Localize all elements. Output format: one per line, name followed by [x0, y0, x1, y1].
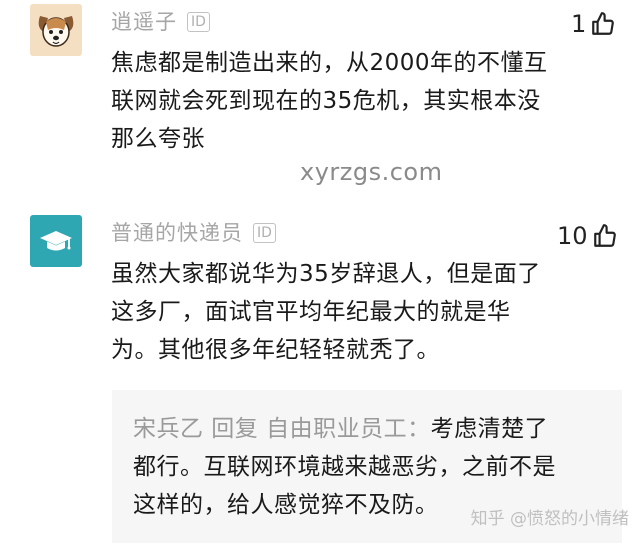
dog-icon: [38, 16, 74, 47]
center-watermark: xyrzgs.com: [300, 158, 443, 186]
reply-author[interactable]: 宋兵乙 回复 自由职业员工：: [133, 416, 431, 442]
comment-text: 焦虑都是制造出来的，从2000年的不懂互 联网就会死到现在的35危机，其实根本没…: [111, 44, 548, 158]
comment-line: 为。其他很多年纪轻轻就秃了。: [111, 337, 440, 363]
like-count: 1: [571, 10, 587, 38]
thumbs-up-icon: [593, 224, 616, 247]
corner-watermark: 知乎 @愤怒的小情绪: [470, 509, 629, 529]
user-avatar[interactable]: [30, 215, 82, 267]
user-avatar[interactable]: [30, 4, 82, 56]
id-badge: ID: [187, 12, 210, 32]
comment-line: 这多厂，面试官平均年纪最大的就是华: [111, 299, 511, 325]
like-button[interactable]: 1: [571, 10, 616, 38]
comment-line: 联网就会死到现在的35危机，其实根本没: [111, 88, 541, 114]
reply-first-line: 宋兵乙 回复 自由职业员工：考虑清楚了: [133, 410, 556, 448]
username[interactable]: 逍遥子 ID: [111, 6, 210, 36]
comment-line: 焦虑都是制造出来的，从2000年的不懂互: [111, 50, 548, 76]
comment-line: 虽然大家都说华为35岁辞退人，但是面了: [111, 261, 541, 287]
like-button[interactable]: 10: [557, 222, 618, 250]
reply-line: 都行。互联网环境越来越恶劣，之前不是: [133, 454, 556, 480]
username-text[interactable]: 逍遥子: [111, 10, 177, 34]
username[interactable]: 普通的快递员 ID: [111, 217, 276, 247]
graduation-cap-icon: [40, 231, 72, 251]
comment-line: 那么夸张: [111, 126, 205, 152]
thumbs-up-icon: [592, 12, 615, 35]
comment-text: 虽然大家都说华为35岁辞退人，但是面了 这多厂，面试官平均年纪最大的就是华 为。…: [111, 255, 541, 369]
reply-line: 考虑清楚了: [430, 416, 549, 442]
username-text[interactable]: 普通的快递员: [111, 221, 243, 245]
like-count: 10: [557, 222, 588, 250]
id-badge: ID: [253, 223, 276, 243]
